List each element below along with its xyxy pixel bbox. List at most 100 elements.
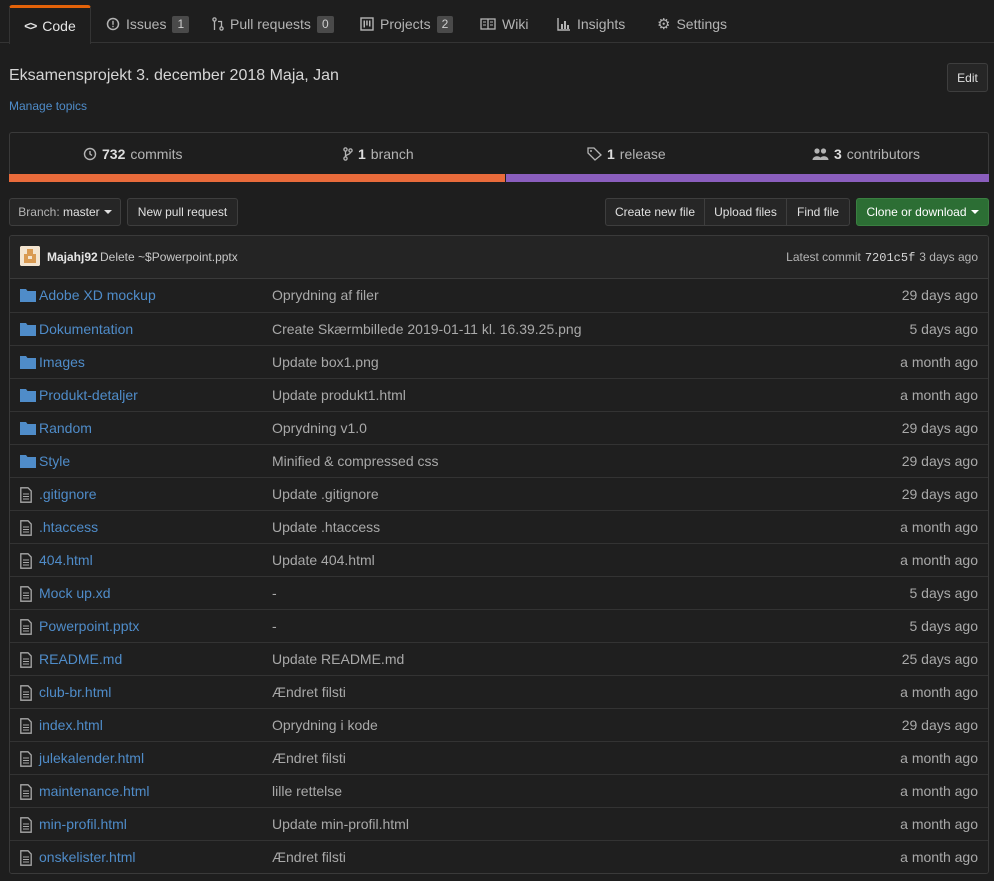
file-rows: Adobe XD mockup Oprydning af filer 29 days… xyxy=(10,279,988,873)
commit-age: 29 days ago xyxy=(901,486,978,502)
tab-label: Projects xyxy=(380,16,431,32)
commit-message-link[interactable]: Minified & compressed css xyxy=(272,453,439,469)
pull-requests-counter: 0 xyxy=(316,15,334,33)
table-row: index.html Oprydning i kode 29 days ago xyxy=(10,708,988,741)
clone-label: Clone or download xyxy=(866,205,967,219)
branch-select-button[interactable]: Branch: master xyxy=(9,198,121,226)
history-icon xyxy=(83,147,97,161)
commit-message-link[interactable]: Ændret filsti xyxy=(272,849,346,865)
file-name-link[interactable]: .gitignore xyxy=(39,486,97,502)
file-name-link[interactable]: onskelister.html xyxy=(39,849,135,865)
commit-message-link[interactable]: Update README.md xyxy=(272,651,404,667)
file-icon xyxy=(20,685,36,701)
file-icon xyxy=(20,652,36,668)
code-icon: <> xyxy=(24,19,37,33)
commit-message[interactable]: Delete ~$Powerpoint.pptx xyxy=(100,250,238,264)
issues-counter: 1 xyxy=(172,15,190,33)
find-file-button[interactable]: Find file xyxy=(786,198,850,226)
branches-link[interactable]: 1 branch xyxy=(343,133,414,175)
commit-age: a month ago xyxy=(900,354,978,370)
file-name-link[interactable]: Mock up.xd xyxy=(39,585,111,601)
new-pull-request-button[interactable]: New pull request xyxy=(127,198,238,226)
file-name-link[interactable]: club-br.html xyxy=(39,684,111,700)
avatar[interactable] xyxy=(20,246,40,266)
file-name-link[interactable]: maintenance.html xyxy=(39,783,150,799)
manage-topics-link[interactable]: Manage topics xyxy=(9,99,87,113)
edit-description-button[interactable]: Edit xyxy=(947,63,988,92)
tab-settings[interactable]: ⚙ Settings xyxy=(657,5,727,43)
commit-message-link[interactable]: Update 404.html xyxy=(272,552,375,568)
table-row: Images Update box1.png a month ago xyxy=(10,345,988,378)
commit-age: 29 days ago xyxy=(901,420,978,436)
commit-message-link[interactable]: - xyxy=(272,618,277,634)
file-name-link[interactable]: Produkt-detaljer xyxy=(39,387,138,403)
contributors-link[interactable]: 3 contributors xyxy=(812,133,920,175)
upload-files-button[interactable]: Upload files xyxy=(704,198,787,226)
commit-message-link[interactable]: - xyxy=(272,585,277,601)
commits-link[interactable]: 732 commits xyxy=(83,133,182,175)
table-row: club-br.html Ændret filsti a month ago xyxy=(10,675,988,708)
commit-message-link[interactable]: Ændret filsti xyxy=(272,750,346,766)
file-name-link[interactable]: README.md xyxy=(39,651,122,667)
commit-age: 3 days ago xyxy=(919,250,978,264)
tab-code[interactable]: <> Code xyxy=(9,5,91,44)
file-name-link[interactable]: min-profil.html xyxy=(39,816,127,832)
commit-age: 5 days ago xyxy=(909,618,979,634)
clone-or-download-button[interactable]: Clone or download xyxy=(856,198,989,226)
commit-age: a month ago xyxy=(900,684,978,700)
commit-age: a month ago xyxy=(900,552,978,568)
file-name-link[interactable]: index.html xyxy=(39,717,103,733)
file-icon xyxy=(20,487,36,503)
commit-age: a month ago xyxy=(900,816,978,832)
commit-message-link[interactable]: Update .gitignore xyxy=(272,486,379,502)
commit-age: a month ago xyxy=(900,849,978,865)
commit-message-link[interactable]: Create Skærmbillede 2019-01-11 kl. 16.39… xyxy=(272,321,581,337)
commit-message-link[interactable]: Oprydning v1.0 xyxy=(272,420,367,436)
commit-message-link[interactable]: lille rettelse xyxy=(272,783,342,799)
commit-message-link[interactable]: Update .htaccess xyxy=(272,519,380,535)
file-name-link[interactable]: Adobe XD mockup xyxy=(39,287,156,303)
repo-description: Eksamensprojekt 3. december 2018 Maja, J… xyxy=(9,67,339,84)
language-bar[interactable] xyxy=(9,174,989,182)
table-row: onskelister.html Ændret filsti a month ago xyxy=(10,840,988,873)
file-name-link[interactable]: .htaccess xyxy=(39,519,98,535)
tab-pull-requests[interactable]: Pull requests 0 xyxy=(212,5,334,43)
contributors-count: 3 xyxy=(834,146,842,162)
commit-message-link[interactable]: Update produkt1.html xyxy=(272,387,406,403)
tab-label: Issues xyxy=(126,16,167,32)
file-icon xyxy=(20,751,36,767)
tag-icon xyxy=(587,147,602,161)
file-name-link[interactable]: 404.html xyxy=(39,552,93,568)
table-row: julekalender.html Ændret filsti a month ag… xyxy=(10,741,988,774)
commit-message-link[interactable]: Oprydning i kode xyxy=(272,717,378,733)
file-name-link[interactable]: julekalender.html xyxy=(39,750,144,766)
people-icon xyxy=(812,147,829,161)
commit-age: 25 days ago xyxy=(901,651,978,667)
tab-issues[interactable]: Issues 1 xyxy=(106,5,190,43)
commit-sha[interactable]: 7201c5f xyxy=(865,251,915,265)
commit-message-link[interactable]: Oprydning af filer xyxy=(272,287,379,303)
table-row: min-profil.html Update min-profil.html a m… xyxy=(10,807,988,840)
folder-icon xyxy=(20,322,36,338)
commit-message-link[interactable]: Update min-profil.html xyxy=(272,816,409,832)
tab-insights[interactable]: Insights xyxy=(557,5,625,43)
language-segment[interactable] xyxy=(9,174,505,182)
tab-wiki[interactable]: Wiki xyxy=(480,5,528,43)
file-name-link[interactable]: Powerpoint.pptx xyxy=(39,618,139,634)
language-segment[interactable] xyxy=(504,174,989,182)
file-name-link[interactable]: Random xyxy=(39,420,92,436)
file-name-link[interactable]: Images xyxy=(39,354,85,370)
tab-projects[interactable]: Projects 2 xyxy=(360,5,454,43)
commit-author[interactable]: Majahj92 xyxy=(47,250,98,264)
file-name-link[interactable]: Dokumentation xyxy=(39,321,133,337)
commit-age: a month ago xyxy=(900,387,978,403)
gear-icon: ⚙ xyxy=(657,16,671,33)
file-table: Majahj92 Delete ~$Powerpoint.pptx Latest… xyxy=(9,235,989,874)
commit-message-link[interactable]: Ændret filsti xyxy=(272,684,346,700)
issue-icon xyxy=(106,17,120,31)
create-new-file-button[interactable]: Create new file xyxy=(605,198,705,226)
file-name-link[interactable]: Style xyxy=(39,453,70,469)
releases-link[interactable]: 1 release xyxy=(587,133,666,175)
commit-message-link[interactable]: Update box1.png xyxy=(272,354,379,370)
pull-request-icon xyxy=(212,17,224,31)
